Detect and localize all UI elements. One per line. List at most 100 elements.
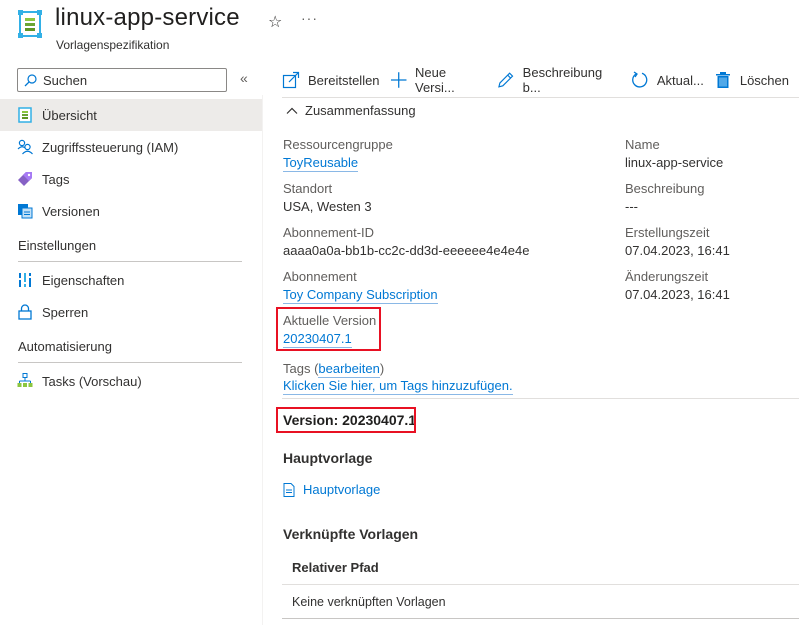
tags-label: Tags (bearbeiten)	[283, 360, 513, 378]
field-label: Abonnement-ID	[283, 225, 375, 240]
version-highlight	[276, 407, 416, 433]
tags-label-end: )	[379, 361, 385, 376]
field-modified: Änderungszeit 07.04.2023, 16:41	[625, 268, 799, 312]
document-icon	[283, 482, 295, 497]
sidebar-item-label: Übersicht	[42, 107, 97, 123]
refresh-label: Aktual...	[656, 72, 704, 88]
field-label: Beschreibung	[625, 181, 705, 196]
sidebar-item-tasks[interactable]: Tasks (Vorschau)	[0, 365, 262, 397]
tags-field: Tags (bearbeiten) Klicken Sie hier, um T…	[283, 360, 513, 395]
delete-label: Löschen	[739, 72, 789, 88]
sidebar-item-iam[interactable]: Zugriffssteuerung (IAM)	[0, 131, 262, 163]
sidebar-item-properties[interactable]: Eigenschaften	[0, 264, 262, 296]
essentials-divider	[282, 398, 799, 399]
sidebar-item-label: Eigenschaften	[42, 272, 125, 288]
sidebar-divider	[262, 95, 263, 625]
page-header: linux-app-service Vorlagenspezifikation …	[0, 0, 799, 60]
description-value: ---	[625, 199, 638, 214]
tag-icon	[17, 171, 33, 187]
deploy-label: Bereitstellen	[308, 72, 380, 88]
empty-row: Keine verknüpften Vorlagen	[282, 585, 799, 619]
versions-icon	[17, 203, 33, 219]
new-version-label: Neue Versi...	[415, 65, 455, 95]
section-settings: Einstellungen	[18, 238, 97, 253]
field-subscription: Abonnement Toy Company Subscription	[283, 268, 603, 312]
delete-icon	[715, 72, 730, 88]
subscription-link[interactable]: Toy Company Subscription	[283, 287, 438, 304]
field-label: Änderungszeit	[625, 269, 709, 284]
refresh-icon	[631, 71, 648, 88]
section-divider	[18, 362, 242, 363]
search-input[interactable]	[43, 72, 213, 88]
page-subtitle: Vorlagenspezifikation	[56, 38, 170, 52]
refresh-button[interactable]: Aktual...	[631, 71, 704, 89]
created-value: 07.04.2023, 16:41	[625, 243, 730, 258]
add-tags-link[interactable]: Klicken Sie hier, um Tags hinzuzufügen.	[283, 378, 513, 395]
field-label: Ressourcengruppe	[283, 137, 393, 152]
location-value: USA, Westen 3	[283, 199, 372, 214]
edit-description-label: Beschreibung b...	[522, 65, 603, 95]
edit-tags-link[interactable]: bearbeiten	[318, 361, 380, 378]
double-chevron-left-icon[interactable]: «	[240, 70, 248, 86]
search-icon	[24, 73, 37, 86]
resource-group-link[interactable]: ToyReusable	[283, 155, 359, 172]
section-automation: Automatisierung	[18, 339, 112, 354]
sidebar-item-label: Tasks (Vorschau)	[42, 373, 142, 389]
sidebar-item-locks[interactable]: Sperren	[0, 296, 262, 328]
main-template-link[interactable]: Hauptvorlage	[283, 482, 380, 497]
field-location: Standort USA, Westen 3	[283, 180, 603, 224]
sidebar-item-label: Tags	[42, 171, 70, 187]
sidebar-item-label: Sperren	[42, 304, 89, 320]
field-created: Erstellungszeit 07.04.2023, 16:41	[625, 224, 799, 268]
linked-templates-table: Relativer Pfad Keine verknüpften Vorlage…	[282, 553, 799, 619]
template-spec-icon	[17, 107, 33, 123]
properties-icon	[17, 272, 33, 288]
page-title: linux-app-service	[55, 4, 240, 31]
sidebar-nav: Übersicht Zugriffssteuerung (IAM) Tags V…	[0, 99, 262, 397]
sidebar-item-versions[interactable]: Versionen	[0, 195, 262, 227]
essentials-right-column: Name linux-app-service Beschreibung --- …	[625, 136, 799, 312]
chevron-up-icon	[286, 107, 298, 114]
tasks-icon	[17, 373, 33, 389]
name-value: linux-app-service	[625, 155, 724, 170]
field-label: Standort	[283, 181, 333, 196]
ellipsis-icon[interactable]: ···	[301, 10, 318, 26]
delete-button[interactable]: Löschen	[714, 71, 789, 89]
linked-templates-title: Verknüpfte Vorlagen	[283, 526, 419, 542]
star-icon[interactable]: ☆	[268, 12, 282, 32]
column-header-relative-path[interactable]: Relativer Pfad	[282, 553, 799, 585]
field-description: Beschreibung ---	[625, 180, 799, 224]
field-label: Abonnement	[283, 269, 357, 284]
edit-icon	[498, 72, 514, 88]
essentials-toggle[interactable]: Zusammenfassung	[286, 103, 416, 118]
people-icon	[17, 139, 33, 155]
current-version-highlight	[276, 307, 381, 351]
lock-icon	[17, 304, 33, 320]
field-name: Name linux-app-service	[625, 136, 799, 180]
sidebar: « Übersicht Zugri	[0, 60, 262, 625]
field-resource-group: Ressourcengruppe ToyReusable	[283, 136, 603, 180]
sidebar-item-tags[interactable]: Tags	[0, 163, 262, 195]
new-version-button[interactable]: Neue Versi...	[390, 65, 488, 95]
sidebar-item-overview[interactable]: Übersicht	[0, 99, 262, 131]
section-divider	[18, 261, 242, 262]
template-spec-icon	[18, 10, 42, 38]
edit-description-button[interactable]: Beschreibung b...	[497, 65, 621, 95]
sidebar-item-label: Zugriffssteuerung (IAM)	[42, 139, 179, 155]
field-label: Erstellungszeit	[625, 225, 710, 240]
command-bar: Bereitstellen Neue Versi... Beschreibung…	[282, 65, 799, 95]
deploy-button[interactable]: Bereitstellen	[282, 71, 380, 89]
subscription-id-value: aaaa0a0a-bb1b-cc2c-dd3d-eeeeee4e4e4e	[283, 243, 530, 258]
essentials-label: Zusammenfassung	[305, 103, 416, 118]
field-subscription-id: Abonnement-ID aaaa0a0a-bb1b-cc2c-dd3d-ee…	[283, 224, 603, 268]
modified-value: 07.04.2023, 16:41	[625, 287, 730, 302]
deploy-icon	[282, 71, 300, 89]
main-template-link-label: Hauptvorlage	[303, 482, 381, 497]
sidebar-search[interactable]	[17, 68, 227, 92]
main-template-title: Hauptvorlage	[283, 450, 373, 466]
plus-icon	[390, 72, 407, 88]
toolbar-divider	[282, 97, 799, 98]
field-label: Name	[625, 137, 660, 152]
sidebar-item-label: Versionen	[42, 203, 100, 219]
tags-label-text: Tags (	[283, 361, 319, 376]
